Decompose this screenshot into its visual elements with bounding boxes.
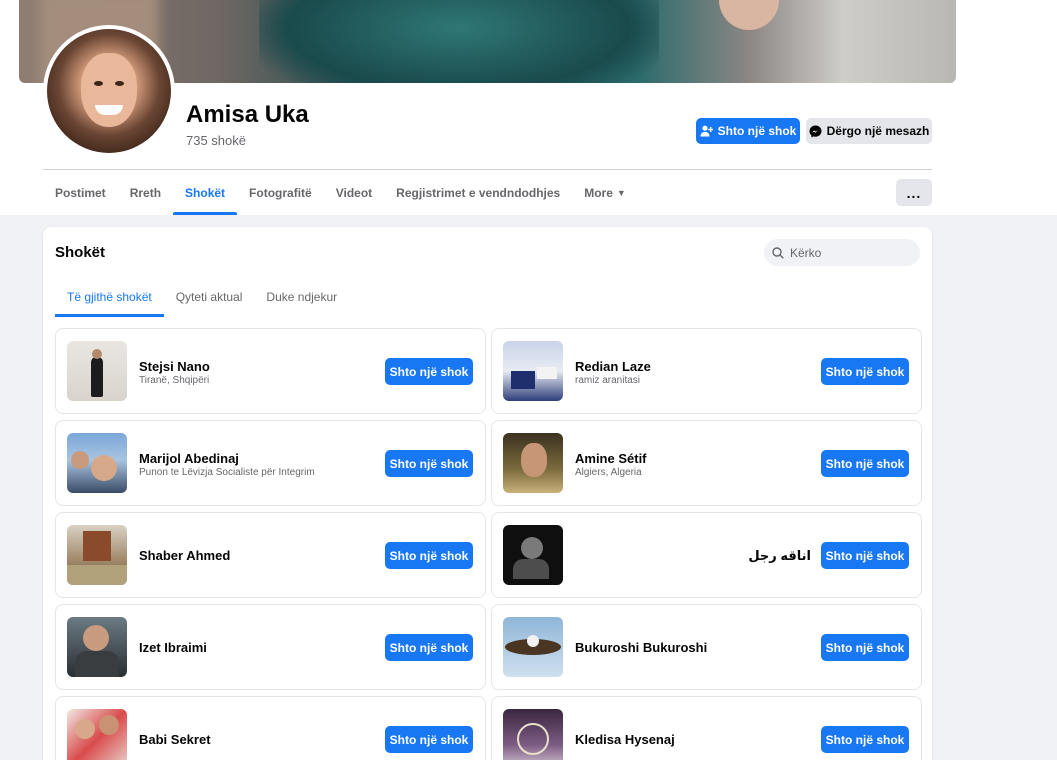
tab-more[interactable]: More ▼ — [572, 170, 638, 215]
send-message-label: Dërgo një mesazh — [826, 124, 930, 138]
friend-name[interactable]: Stejsi Nano — [139, 359, 210, 374]
add-friend-button[interactable]: Shto një shok — [385, 358, 473, 385]
more-options-button[interactable]: ... — [896, 179, 932, 206]
tab-more-label: More — [584, 185, 613, 200]
friend-subtitle: Punon te Lëvizja Socialiste për Integrim — [139, 467, 315, 478]
add-friend-button[interactable]: Shto një shok — [696, 118, 800, 144]
tab-check-ins[interactable]: Regjistrimet e vendndodhjes — [384, 170, 572, 215]
friends-card: Shokët Të gjithë shokët Qyteti aktual Du… — [43, 227, 932, 760]
friend-card: Shaber Ahmed Shto një shok — [55, 512, 486, 598]
search-input[interactable] — [790, 245, 910, 260]
friend-photo[interactable] — [503, 525, 563, 585]
add-friend-button[interactable]: Shto një shok — [385, 726, 473, 753]
person-plus-icon — [700, 125, 713, 137]
friend-card: Bukuroshi Bukuroshi Shto një shok — [491, 604, 922, 690]
subtab-following[interactable]: Duke ndjekur — [254, 277, 349, 317]
friend-subtitle: ramiz aranitasi — [575, 375, 641, 386]
subtab-current-city[interactable]: Qyteti aktual — [164, 277, 255, 317]
tab-friends[interactable]: Shokët — [173, 170, 238, 215]
profile-nav: Postimet Rreth Shokët Fotografitë Videot… — [43, 170, 638, 215]
add-friend-button[interactable]: Shto një shok — [821, 542, 909, 569]
friend-subtitle: Algiers, Algeria — [575, 467, 642, 478]
add-friend-button[interactable]: Shto një shok — [821, 450, 909, 477]
friend-photo[interactable] — [503, 617, 563, 677]
friend-name[interactable]: Bukuroshi Bukuroshi — [575, 640, 707, 655]
add-friend-button[interactable]: Shto një shok — [821, 358, 909, 385]
friend-name[interactable]: Izet Ibraimi — [139, 640, 207, 655]
search-icon — [772, 246, 784, 259]
friend-name[interactable]: Marijol Abedinaj — [139, 451, 239, 466]
friend-photo[interactable] — [67, 709, 127, 760]
friend-count[interactable]: 735 shokë — [186, 133, 246, 148]
send-message-button[interactable]: Dërgo një mesazh — [806, 118, 932, 144]
tab-videos[interactable]: Videot — [324, 170, 384, 215]
subtab-all-friends[interactable]: Të gjithë shokët — [55, 277, 164, 317]
friend-photo[interactable] — [503, 341, 563, 401]
friend-photo[interactable] — [67, 617, 127, 677]
add-friend-button[interactable]: Shto një shok — [385, 634, 473, 661]
tab-posts[interactable]: Postimet — [43, 170, 118, 215]
friend-subtitle: Tiranë, Shqipëri — [139, 375, 210, 386]
friend-photo[interactable] — [503, 433, 563, 493]
friend-name[interactable]: Shaber Ahmed — [139, 548, 230, 563]
friend-card: اناقه رجل Shto një shok — [491, 512, 922, 598]
friends-title[interactable]: Shokët — [55, 244, 105, 261]
friend-card: Stejsi Nano Tiranë, Shqipëri Shto një sh… — [55, 328, 486, 414]
friend-photo[interactable] — [67, 341, 127, 401]
add-friend-button[interactable]: Shto një shok — [821, 634, 909, 661]
add-friend-button[interactable]: Shto një shok — [385, 450, 473, 477]
add-friend-button[interactable]: Shto një shok — [821, 726, 909, 753]
friends-subtabs: Të gjithë shokët Qyteti aktual Duke ndje… — [55, 277, 349, 317]
friend-name[interactable]: اناقه رجل — [748, 548, 811, 564]
tab-about[interactable]: Rreth — [118, 170, 173, 215]
friend-name[interactable]: Redian Laze — [575, 359, 651, 374]
friend-photo[interactable] — [67, 525, 127, 585]
friend-name[interactable]: Amine Sétif — [575, 451, 647, 466]
profile-name: Amisa Uka — [186, 101, 309, 128]
tab-photos[interactable]: Fotografitë — [237, 170, 324, 215]
profile-avatar[interactable] — [43, 25, 175, 157]
friend-name[interactable]: Kledisa Hysenaj — [575, 732, 675, 747]
messenger-icon — [809, 125, 822, 138]
friend-name[interactable]: Babi Sekret — [139, 732, 211, 747]
friend-photo[interactable] — [67, 433, 127, 493]
friend-card: Marijol Abedinaj Punon te Lëvizja Social… — [55, 420, 486, 506]
friend-card: Kledisa Hysenaj Shto një shok — [491, 696, 922, 760]
friend-card: Redian Laze ramiz aranitasi Shto një sho… — [491, 328, 922, 414]
friend-card: Babi Sekret Shto një shok — [55, 696, 486, 760]
friend-card: Amine Sétif Algiers, Algeria Shto një sh… — [491, 420, 922, 506]
friend-card: Izet Ibraimi Shto një shok — [55, 604, 486, 690]
friend-photo[interactable] — [503, 709, 563, 760]
add-friend-button[interactable]: Shto një shok — [385, 542, 473, 569]
add-friend-label: Shto një shok — [717, 124, 797, 138]
caret-down-icon: ▼ — [616, 187, 626, 198]
friends-search[interactable] — [764, 239, 920, 266]
